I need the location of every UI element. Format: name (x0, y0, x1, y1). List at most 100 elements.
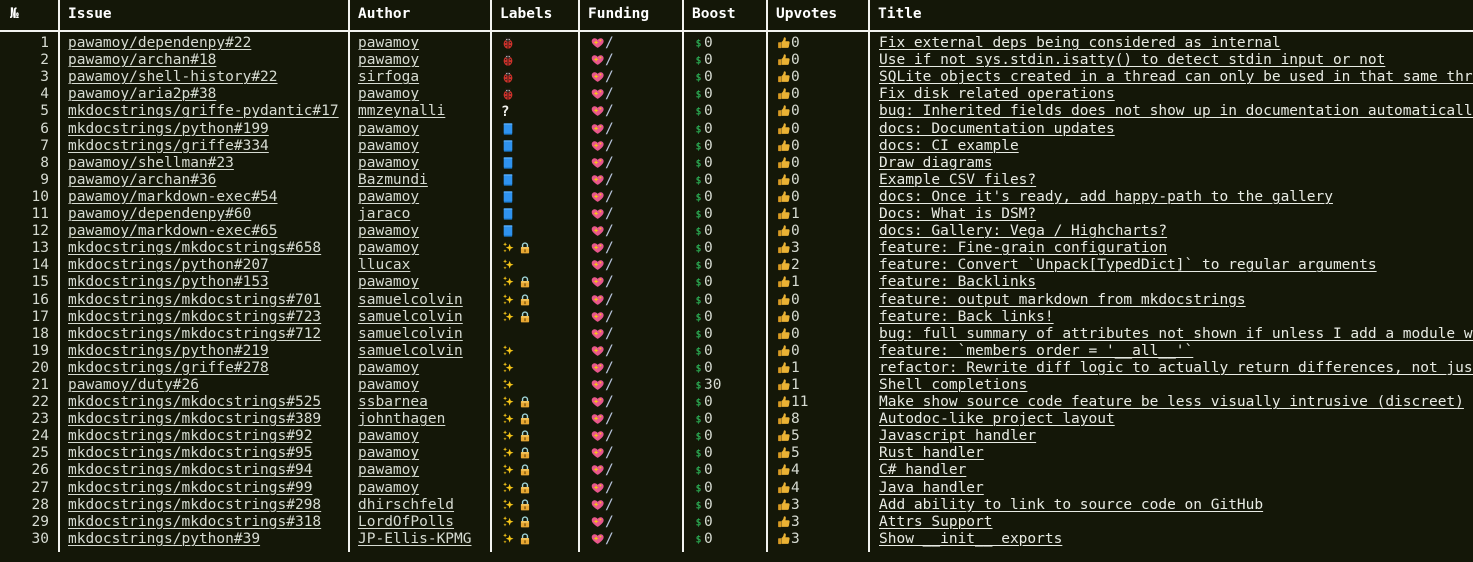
issue-link[interactable]: pawamoy/aria2p#38 (68, 86, 216, 102)
author-link[interactable]: dhirschfeld (358, 497, 454, 513)
issue-link[interactable]: mkdocstrings/python#199 (68, 121, 269, 137)
title-link[interactable]: Javascript handler (879, 428, 1036, 444)
table-row[interactable]: 18 mkdocstrings/mkdocstrings#712 samuelcol… (0, 325, 1473, 343)
table-row[interactable]: 12 pawamoy/markdown-exec#65 pawamoy / $0 0 doc… (0, 223, 1473, 241)
table-row[interactable]: 19 mkdocstrings/python#219 samuelcolvin / $0… (0, 342, 1473, 360)
table-row[interactable]: 13 mkdocstrings/mkdocstrings#658 pawamoy / $… (0, 240, 1473, 258)
title-link[interactable]: refactor: Rewrite diff logic to actually… (879, 360, 1473, 376)
table-row[interactable]: 7 mkdocstrings/griffe#334 pawamoy / $0 0 docs:… (0, 137, 1473, 155)
author-link[interactable]: samuelcolvin (358, 343, 463, 359)
author-link[interactable]: pawamoy (358, 223, 419, 239)
issue-link[interactable]: mkdocstrings/python#39 (68, 531, 260, 547)
author-link[interactable]: jaraco (358, 206, 410, 222)
table-row[interactable]: 5 mkdocstrings/griffe-pydantic#17 mmzeynal… (0, 103, 1473, 121)
table-row[interactable]: 25 mkdocstrings/mkdocstrings#95 pawamoy / $0… (0, 445, 1473, 463)
issue-link[interactable]: mkdocstrings/python#219 (68, 343, 269, 359)
issue-link[interactable]: mkdocstrings/mkdocstrings#525 (68, 394, 321, 410)
table-row[interactable]: 1 pawamoy/dependenpy#22 pawamoy / $0 0 Fix ext… (0, 31, 1473, 53)
author-link[interactable]: JP-Ellis-KPMG (358, 531, 472, 547)
author-link[interactable]: pawamoy (358, 240, 419, 256)
table-row[interactable]: 2 pawamoy/archan#18 pawamoy / $0 0 Use if not … (0, 52, 1473, 70)
author-link[interactable]: pawamoy (358, 462, 419, 478)
author-link[interactable]: pawamoy (358, 189, 419, 205)
table-row[interactable]: 30 mkdocstrings/python#39 JP-Ellis-KPMG / $0… (0, 530, 1473, 552)
column-header-num[interactable]: № (0, 0, 60, 33)
issue-link[interactable]: mkdocstrings/griffe#334 (68, 138, 269, 154)
title-link[interactable]: Autodoc-like project layout (879, 411, 1115, 427)
title-link[interactable]: Example CSV files? (879, 172, 1036, 188)
title-link[interactable]: feature: `members order = '__all__'` (879, 343, 1193, 359)
title-link[interactable]: SQLite objects created in a thread can o… (879, 69, 1473, 85)
table-row[interactable]: 26 mkdocstrings/mkdocstrings#94 pawamoy / $0… (0, 462, 1473, 480)
column-header-author[interactable]: Author (349, 0, 492, 33)
table-row[interactable]: 27 mkdocstrings/mkdocstrings#99 pawamoy / $0… (0, 479, 1473, 497)
table-row[interactable]: 24 mkdocstrings/mkdocstrings#92 pawamoy / $0… (0, 428, 1473, 446)
issue-link[interactable]: mkdocstrings/griffe-pydantic#17 (68, 103, 339, 119)
column-header-labels[interactable]: Labels (491, 0, 580, 33)
author-link[interactable]: samuelcolvin (358, 309, 463, 325)
author-link[interactable]: pawamoy (358, 138, 419, 154)
author-link[interactable]: pawamoy (358, 35, 419, 51)
title-link[interactable]: C# handler (879, 462, 966, 478)
column-header-title[interactable]: Title (869, 0, 1473, 33)
title-link[interactable]: Draw diagrams (879, 155, 993, 171)
title-link[interactable]: feature: Convert `Unpack[TypedDict]` to … (879, 257, 1377, 273)
title-link[interactable]: feature: Backlinks (879, 274, 1036, 290)
issue-link[interactable]: mkdocstrings/mkdocstrings#701 (68, 292, 321, 308)
table-row[interactable]: 6 mkdocstrings/python#199 pawamoy / $0 0 docs:… (0, 120, 1473, 138)
column-header-upvotes[interactable]: Upvotes (767, 0, 870, 33)
title-link[interactable]: docs: Gallery: Vega / Highcharts? (879, 223, 1167, 239)
issue-link[interactable]: pawamoy/dependenpy#22 (68, 35, 251, 51)
issue-link[interactable]: mkdocstrings/mkdocstrings#658 (68, 240, 321, 256)
author-link[interactable]: pawamoy (358, 86, 419, 102)
issue-link[interactable]: pawamoy/markdown-exec#54 (68, 189, 278, 205)
column-header-boost[interactable]: Boost (683, 0, 768, 33)
table-row[interactable]: 14 mkdocstrings/python#207 llucax / $0 2 featu… (0, 257, 1473, 275)
author-link[interactable]: samuelcolvin (358, 292, 463, 308)
issue-link[interactable]: mkdocstrings/mkdocstrings#298 (68, 497, 321, 513)
author-link[interactable]: pawamoy (358, 428, 419, 444)
title-link[interactable]: Use if not sys.stdin.isatty() to detect … (879, 52, 1385, 68)
title-link[interactable]: feature: Fine-grain configuration (879, 240, 1167, 256)
issue-link[interactable]: mkdocstrings/mkdocstrings#712 (68, 326, 321, 342)
column-header-issue[interactable]: Issue (59, 0, 350, 33)
issue-link[interactable]: pawamoy/dependenpy#60 (68, 206, 251, 222)
author-link[interactable]: sirfoga (358, 69, 419, 85)
title-link[interactable]: docs: Once it's ready, add happy-path to… (879, 189, 1333, 205)
title-link[interactable]: docs: Documentation updates (879, 121, 1115, 137)
issue-link[interactable]: mkdocstrings/mkdocstrings#94 (68, 462, 312, 478)
issue-link[interactable]: pawamoy/shell-history#22 (68, 69, 278, 85)
author-link[interactable]: mmzeynalli (358, 103, 445, 119)
table-row[interactable]: 23 mkdocstrings/mkdocstrings#389 johnthage… (0, 411, 1473, 429)
issue-link[interactable]: pawamoy/shellman#23 (68, 155, 234, 171)
issue-link[interactable]: mkdocstrings/mkdocstrings#95 (68, 445, 312, 461)
table-row[interactable]: 17 mkdocstrings/mkdocstrings#723 samuelcol… (0, 308, 1473, 326)
title-link[interactable]: Add ability to link to source code on Gi… (879, 497, 1263, 513)
title-link[interactable]: Fix external deps being considered as in… (879, 35, 1281, 51)
issue-link[interactable]: mkdocstrings/python#153 (68, 274, 269, 290)
author-link[interactable]: pawamoy (358, 377, 419, 393)
table-row[interactable]: 28 mkdocstrings/mkdocstrings#298 dhirschfe… (0, 496, 1473, 514)
title-link[interactable]: bug: full summary of attributes not show… (879, 326, 1473, 342)
table-row[interactable]: 29 mkdocstrings/mkdocstrings#318 LordOfPol… (0, 513, 1473, 531)
issue-link[interactable]: mkdocstrings/griffe#278 (68, 360, 269, 376)
title-link[interactable]: feature: output markdown from mkdocstrin… (879, 292, 1246, 308)
title-link[interactable]: feature: Back links! (879, 309, 1054, 325)
author-link[interactable]: pawamoy (358, 121, 419, 137)
table-row[interactable]: 8 pawamoy/shellman#23 pawamoy / $0 0 Draw diag… (0, 154, 1473, 172)
table-row[interactable]: 16 mkdocstrings/mkdocstrings#701 samuelcol… (0, 291, 1473, 309)
table-row[interactable]: 22 mkdocstrings/mkdocstrings#525 ssbarnea /… (0, 394, 1473, 412)
title-link[interactable]: docs: CI example (879, 138, 1019, 154)
author-link[interactable]: pawamoy (358, 274, 419, 290)
title-link[interactable]: Docs: What is DSM? (879, 206, 1036, 222)
issue-link[interactable]: pawamoy/archan#18 (68, 52, 216, 68)
table-row[interactable]: 4 pawamoy/aria2p#38 pawamoy / $0 0 Fix disk re… (0, 86, 1473, 104)
author-link[interactable]: Bazmundi (358, 172, 428, 188)
issue-link[interactable]: mkdocstrings/python#207 (68, 257, 269, 273)
issue-link[interactable]: pawamoy/duty#26 (68, 377, 199, 393)
table-row[interactable]: 20 mkdocstrings/griffe#278 pawamoy / $0 1 refa… (0, 359, 1473, 377)
author-link[interactable]: pawamoy (358, 480, 419, 496)
table-row[interactable]: 21 pawamoy/duty#26 pawamoy / $30 1 Shell compl… (0, 376, 1473, 395)
author-link[interactable]: LordOfPolls (358, 514, 454, 530)
title-link[interactable]: bug: Inherited fields does not show up i… (879, 103, 1473, 119)
